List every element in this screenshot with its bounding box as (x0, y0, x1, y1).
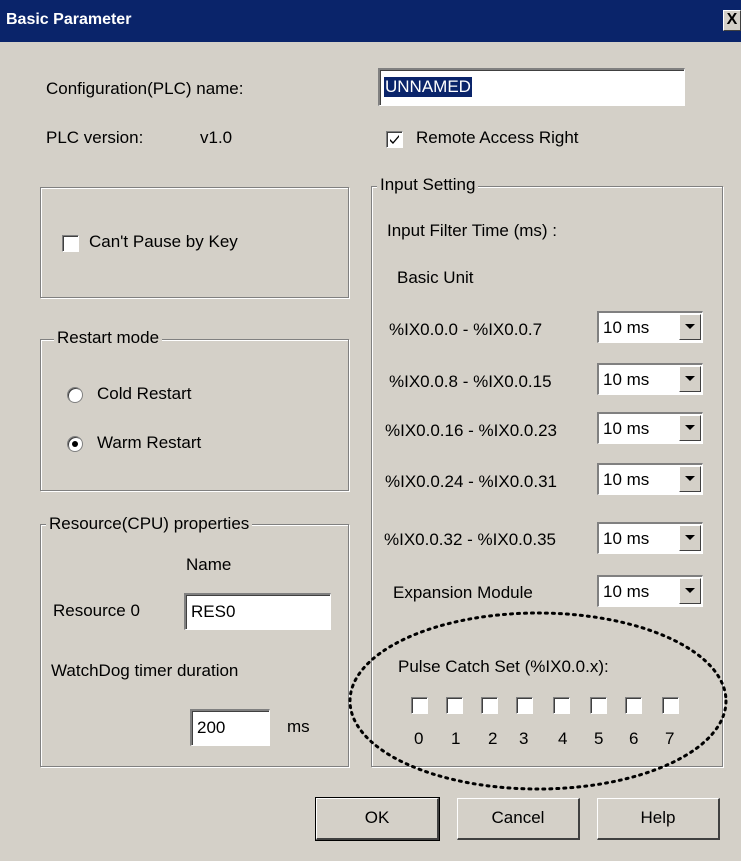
pulse-catch-checkbox[interactable] (625, 697, 642, 714)
cancel-button[interactable]: Cancel (457, 798, 580, 840)
ok-button[interactable]: OK (315, 797, 440, 841)
config-name-input[interactable]: UNNAMED (378, 68, 685, 106)
resource-name-value: RES0 (191, 602, 236, 621)
help-button[interactable]: Help (597, 798, 720, 840)
pulse-bit-label: 0 (414, 729, 424, 748)
filter-time-label: Input Filter Time (ms) : (387, 221, 558, 240)
pulse-bit-label: 5 (594, 729, 604, 748)
remote-access-checkbox[interactable] (386, 131, 403, 148)
input-range-label: %IX0.0.32 - %IX0.0.35 (384, 530, 556, 549)
check-mark-icon (390, 135, 399, 144)
chevron-down-icon (685, 476, 695, 481)
dropdown-button[interactable] (679, 415, 701, 441)
input-range-label: %IX0.0.16 - %IX0.0.23 (385, 421, 557, 440)
chevron-down-icon (685, 425, 695, 430)
expansion-module-label: Expansion Module (393, 583, 533, 602)
plc-version-value: v1.0 (200, 128, 233, 147)
filter-time-select[interactable]: 10 ms (597, 412, 703, 444)
select-value: 10 ms (603, 470, 650, 489)
watchdog-unit: ms (287, 717, 310, 736)
resource-legend: Resource(CPU) properties (46, 514, 253, 534)
warm-restart-label: Warm Restart (97, 433, 202, 452)
remote-access-label: Remote Access Right (416, 128, 579, 147)
watchdog-label: WatchDog timer duration (51, 661, 239, 680)
chevron-down-icon (685, 324, 695, 329)
pulse-bit-label: 6 (629, 729, 639, 748)
config-name-value: UNNAMED (384, 77, 472, 97)
pulse-catch-checkbox[interactable] (662, 697, 679, 714)
cold-restart-radio[interactable] (67, 387, 83, 403)
restart-mode-legend: Restart mode (54, 328, 163, 348)
filter-time-select[interactable]: 10 ms (597, 522, 703, 554)
dropdown-button[interactable] (679, 578, 701, 604)
close-button[interactable]: X (723, 10, 741, 31)
warm-restart-radio[interactable] (67, 436, 83, 452)
select-value: 10 ms (603, 419, 650, 438)
chevron-down-icon (685, 588, 695, 593)
dropdown-button[interactable] (679, 366, 701, 392)
pulse-catch-checkbox[interactable] (481, 697, 498, 714)
pulse-bit-label: 2 (488, 729, 498, 748)
filter-time-select[interactable]: 10 ms (597, 363, 703, 395)
pulse-catch-label: Pulse Catch Set (%IX0.0.x): (398, 657, 609, 676)
filter-time-select[interactable]: 10 ms (597, 575, 703, 607)
chevron-down-icon (685, 376, 695, 381)
dropdown-button[interactable] (679, 314, 701, 340)
radio-selected-dot (72, 441, 78, 447)
config-name-label: Configuration(PLC) name: (46, 79, 244, 98)
pulse-catch-checkbox[interactable] (516, 697, 533, 714)
dropdown-button[interactable] (679, 466, 701, 492)
pulse-bit-label: 3 (519, 729, 529, 748)
basic-unit-label: Basic Unit (397, 268, 474, 287)
restart-mode-group (40, 339, 349, 491)
title-bar: Basic Parameter X (0, 0, 741, 42)
pulse-bit-label: 1 (451, 729, 461, 748)
resource-name-input[interactable]: RES0 (184, 593, 331, 630)
select-value: 10 ms (603, 529, 650, 548)
select-value: 10 ms (603, 318, 650, 337)
pulse-catch-checkbox[interactable] (553, 697, 570, 714)
input-range-label: %IX0.0.24 - %IX0.0.31 (385, 472, 557, 491)
resource-name-header: Name (186, 555, 232, 574)
resource-0-label: Resource 0 (53, 601, 140, 620)
watchdog-value: 200 (197, 718, 226, 737)
pulse-catch-checkbox[interactable] (411, 697, 428, 714)
pulse-catch-checkbox[interactable] (446, 697, 463, 714)
filter-time-select[interactable]: 10 ms (597, 463, 703, 495)
input-range-label: %IX0.0.0 - %IX0.0.7 (389, 320, 543, 339)
pulse-bit-label: 4 (558, 729, 568, 748)
plc-version-label: PLC version: (46, 128, 144, 147)
pause-checkbox[interactable] (62, 235, 79, 252)
watchdog-input[interactable]: 200 (190, 709, 270, 746)
filter-time-select[interactable]: 10 ms (597, 311, 703, 343)
pulse-catch-checkbox[interactable] (590, 697, 607, 714)
cold-restart-label: Cold Restart (97, 384, 192, 403)
window-title: Basic Parameter (6, 11, 132, 28)
pause-label: Can't Pause by Key (89, 232, 238, 251)
pulse-bit-label: 7 (665, 729, 675, 748)
input-setting-legend: Input Setting (377, 175, 479, 195)
dropdown-button[interactable] (679, 525, 701, 551)
select-value: 10 ms (603, 582, 650, 601)
select-value: 10 ms (603, 370, 650, 389)
input-range-label: %IX0.0.8 - %IX0.0.15 (389, 372, 552, 391)
chevron-down-icon (685, 535, 695, 540)
